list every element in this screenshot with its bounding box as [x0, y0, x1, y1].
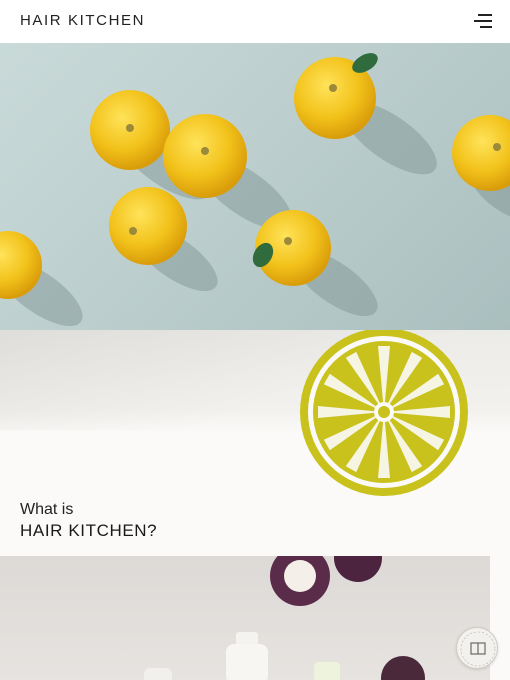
- yuzu-fruits-illustration: [0, 53, 510, 327]
- recipe-book-badge[interactable]: [456, 627, 498, 669]
- site-header: HAIR KITCHEN: [0, 0, 510, 43]
- site-logo[interactable]: HAIR KITCHEN: [20, 12, 145, 29]
- hair-products-illustration: [144, 556, 425, 680]
- hero-image-yuzu-fruits: [0, 43, 510, 330]
- products-image: [0, 556, 490, 680]
- book-icon: [460, 631, 496, 667]
- intro-heading: HAIR KITCHEN?: [20, 521, 158, 540]
- hamburger-menu-icon[interactable]: [474, 13, 492, 29]
- about-section: What is HAIR KITCHEN?: [0, 330, 510, 556]
- intro-subheading: What is: [20, 501, 74, 518]
